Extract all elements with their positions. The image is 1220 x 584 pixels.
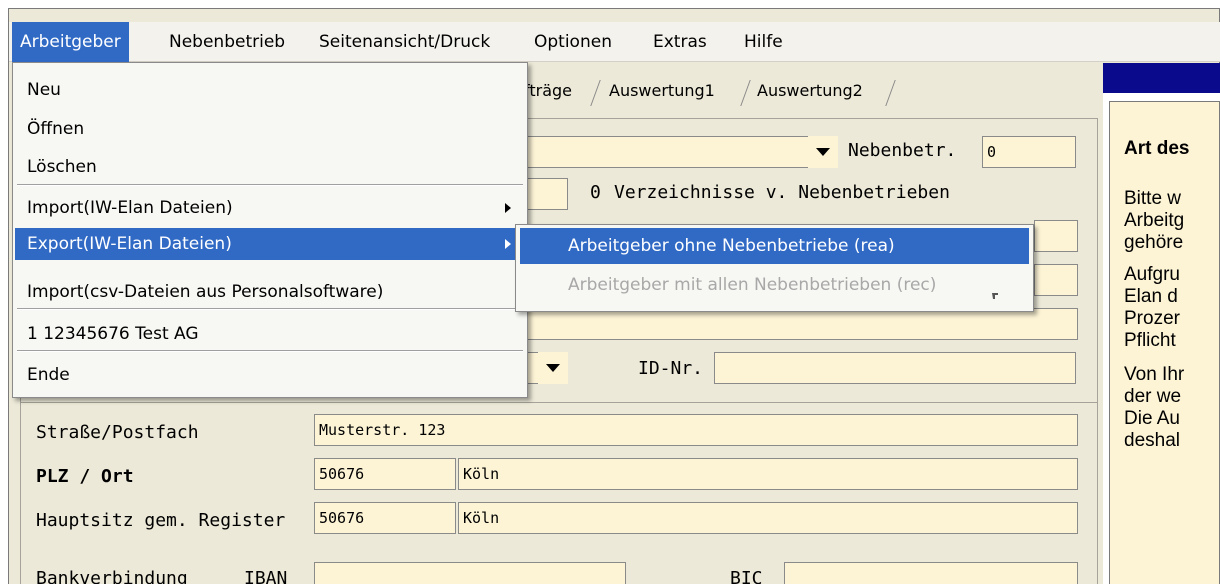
- menu-item-export-iw[interactable]: Export(IW-Elan Dateien): [15, 228, 525, 260]
- arbeitgeber-menu: Neu Öffnen Löschen Import(IW-Elan Dateie…: [12, 62, 528, 398]
- bic-field[interactable]: [784, 562, 1078, 584]
- help-panel-header: [1103, 63, 1220, 93]
- menu-item-loeschen[interactable]: Löschen: [15, 151, 525, 183]
- menu-item-oeffnen[interactable]: Öffnen: [15, 113, 525, 145]
- plz-ort-label: PLZ / Ort: [36, 466, 134, 487]
- ort-field[interactable]: Köln: [458, 458, 1078, 490]
- menu-extras[interactable]: Extras: [645, 22, 715, 62]
- hauptsitz-ort-field[interactable]: Köln: [458, 502, 1078, 534]
- iban-label: IBAN: [244, 568, 288, 584]
- combo-dropdown-button[interactable]: [538, 352, 568, 384]
- chevron-down-icon: [546, 364, 560, 372]
- chevron-down-icon: [816, 148, 830, 156]
- tab-auftraege[interactable]: fträge: [524, 76, 572, 106]
- menu-item-neu[interactable]: Neu: [15, 74, 525, 106]
- idnr-label: ID-Nr.: [638, 358, 704, 379]
- name-field-2[interactable]: [1034, 264, 1078, 296]
- hauptsitz-plz-field[interactable]: 50676: [314, 502, 456, 534]
- strasse-field[interactable]: Musterstr. 123: [314, 414, 1078, 446]
- help-line: Bitte w: [1124, 188, 1182, 209]
- submenu-item-ohne-nebenbetriebe[interactable]: Arbeitgeber ohne Nebenbetriebe (rea): [520, 228, 1029, 264]
- help-line: gehöre: [1124, 232, 1184, 253]
- menu-item-label: Export(IW-Elan Dateien): [27, 234, 232, 254]
- verzeichnisse-count: 0: [590, 182, 601, 203]
- menu-arbeitgeber[interactable]: Arbeitgeber: [12, 22, 129, 62]
- menu-item-recent-file[interactable]: 1 12345676 Test AG: [15, 318, 525, 350]
- chevron-right-icon: [505, 203, 511, 213]
- menu-separator: [17, 308, 523, 310]
- menubar: Arbeitgeber Nebenbetrieb Seitenansicht/D…: [9, 22, 1220, 62]
- menu-item-import-iw[interactable]: Import(IW-Elan Dateien): [15, 192, 525, 224]
- nebenbetr-field[interactable]: 0: [982, 136, 1076, 168]
- mouse-cursor-icon: [992, 293, 998, 299]
- submenu-item-mit-nebenbetrieben[interactable]: Arbeitgeber mit allen Nebenbetrieben (re…: [520, 267, 1029, 303]
- chevron-right-icon: [505, 239, 511, 249]
- menu-item-import-csv[interactable]: Import(csv-Dateien aus Personalsoftware): [15, 276, 525, 308]
- menu-item-ende[interactable]: Ende: [15, 359, 525, 391]
- app-window: Arbeitgeber Nebenbetrieb Seitenansicht/D…: [0, 0, 1220, 584]
- verzeichnisse-label[interactable]: Verzeichnisse v. Nebenbetrieben: [614, 182, 950, 203]
- help-line: Elan d: [1124, 286, 1178, 307]
- arbeitgeber-combo[interactable]: [512, 136, 838, 168]
- menu-item-label: Import(IW-Elan Dateien): [27, 198, 233, 218]
- help-line: Prozer: [1124, 308, 1180, 329]
- menu-seitenansicht-druck[interactable]: Seitenansicht/Druck: [311, 22, 498, 62]
- help-line: Von Ihr: [1124, 364, 1185, 385]
- hauptsitz-label: Hauptsitz gem. Register: [36, 510, 286, 531]
- strasse-label: Straße/Postfach: [36, 422, 199, 443]
- help-line: der we: [1124, 386, 1182, 407]
- help-line: Arbeitg: [1124, 210, 1185, 231]
- tab-auswertung2[interactable]: Auswertung2: [757, 76, 863, 106]
- menu-optionen[interactable]: Optionen: [526, 22, 620, 62]
- plz-field[interactable]: 50676: [314, 458, 456, 490]
- help-panel: Art des Bitte w Arbeitg gehöre Aufgru El…: [1103, 63, 1220, 584]
- iban-field[interactable]: [314, 562, 626, 584]
- help-line: deshal: [1124, 430, 1180, 451]
- idnr-field[interactable]: [714, 352, 1076, 384]
- menu-separator: [17, 350, 523, 352]
- help-line: Pflicht: [1124, 330, 1176, 351]
- nebenbetr-label: Nebenbetr.: [848, 140, 957, 161]
- name-field-3[interactable]: [512, 308, 1078, 340]
- help-line: Die Au: [1124, 408, 1180, 429]
- tab-auswertung1[interactable]: Auswertung1: [609, 76, 715, 106]
- help-heading: Art des: [1124, 138, 1190, 159]
- bic-label: BIC: [730, 568, 763, 584]
- name-field-1[interactable]: [1034, 220, 1078, 252]
- help-panel-body: Art des Bitte w Arbeitg gehöre Aufgru El…: [1109, 101, 1220, 584]
- menu-hilfe[interactable]: Hilfe: [736, 22, 791, 62]
- menu-separator: [17, 184, 523, 186]
- bank-label: Bankverbindung: [36, 568, 188, 584]
- combo-dropdown-button[interactable]: [808, 136, 838, 168]
- help-line: Aufgru: [1124, 264, 1180, 285]
- export-submenu: Arbeitgeber ohne Nebenbetriebe (rea) Arb…: [515, 224, 1034, 312]
- menu-nebenbetrieb[interactable]: Nebenbetrieb: [161, 22, 293, 62]
